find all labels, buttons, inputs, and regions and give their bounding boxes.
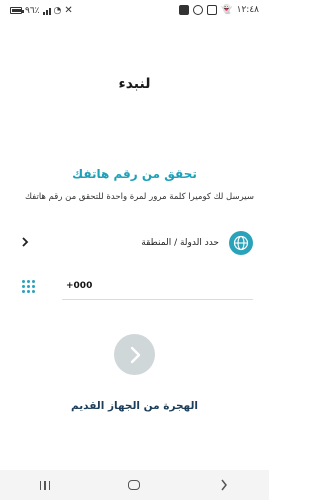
status-left: ٩٦٪ ◔ ✕: [10, 5, 73, 16]
camera-icon: [193, 5, 204, 15]
verify-phone-title: تحقق من رقم هاتفك: [72, 167, 197, 181]
country-selector[interactable]: حدد الدولة / المنطقة: [18, 228, 253, 258]
recents-icon: [39, 480, 51, 490]
back-icon: [221, 479, 228, 491]
chevron-right-icon: [18, 236, 32, 250]
info-text: سيرسل لك كوميرا كلمة مرور لمرة واحدة للت…: [25, 192, 254, 202]
notification-icon: [179, 5, 190, 15]
home-icon: [128, 480, 141, 490]
snapchat-icon: 👻: [221, 5, 233, 15]
dialpad-icon[interactable]: [18, 276, 38, 296]
wifi-icon: ◔: [53, 5, 62, 16]
country-label: حدد الدولة / المنطقة: [141, 238, 219, 248]
globe-icon: [229, 231, 253, 255]
migrate-from-old-device-link[interactable]: الهجرة من الجهاز القديم: [0, 400, 269, 412]
x-icon: ✕: [64, 5, 73, 16]
status-right: 👻 ١٢:٤٨: [179, 5, 259, 15]
back-button[interactable]: [209, 473, 239, 497]
page-title: لنبدء: [118, 76, 151, 92]
phone-number-input[interactable]: [62, 272, 253, 300]
status-time: ١٢:٤٨: [236, 5, 259, 15]
navigation-bar: [0, 470, 269, 500]
battery-percent: ٩٦٪: [25, 5, 40, 16]
next-button[interactable]: [114, 334, 155, 375]
home-button[interactable]: [119, 473, 149, 497]
app-icon: [207, 5, 218, 15]
status-bar: ٩٦٪ ◔ ✕ 👻 ١٢:٤٨: [0, 0, 269, 22]
battery-icon: [10, 7, 24, 14]
phone-row: [18, 272, 253, 300]
signal-icon: [42, 7, 51, 15]
recents-button[interactable]: [30, 473, 60, 497]
chevron-right-icon: [130, 346, 140, 363]
